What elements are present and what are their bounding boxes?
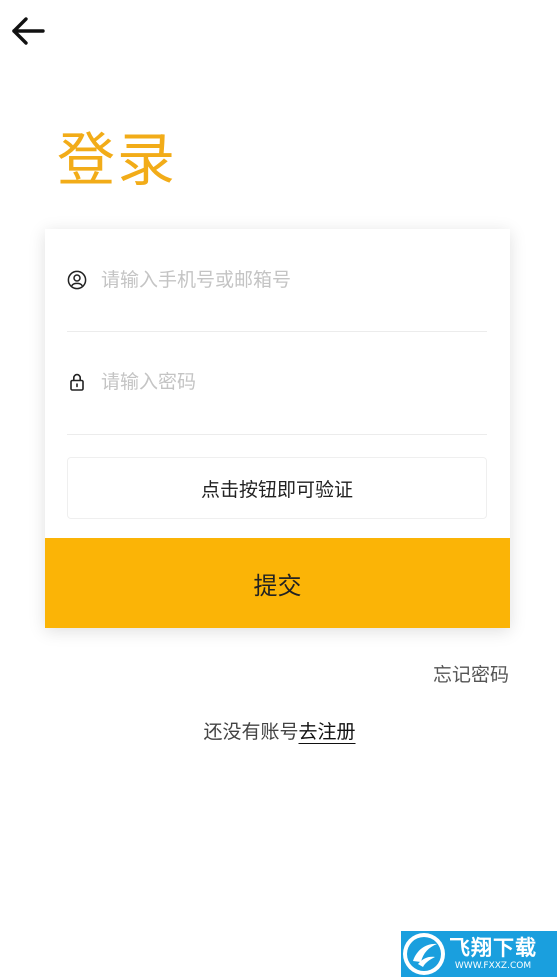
watermark-url: WWW.FXXZ.COM (454, 960, 532, 971)
password-input[interactable] (101, 364, 481, 400)
back-button[interactable] (10, 14, 48, 48)
watermark-brand: 飞翔下载 (449, 935, 537, 960)
watermark-badge: 飞翔下载 WWW.FXXZ.COM (401, 931, 557, 977)
login-card: 点击按钮即可验证 提交 (45, 229, 510, 628)
register-link[interactable]: 去注册 (299, 721, 356, 743)
watermark-text: 飞翔下载 WWW.FXXZ.COM (449, 935, 537, 971)
submit-button-label: 提交 (253, 571, 302, 600)
account-field (67, 229, 487, 332)
lock-icon (70, 373, 84, 391)
verify-button-label: 点击按钮即可验证 (200, 478, 353, 501)
fxxz-logo-icon (403, 933, 445, 975)
password-field (67, 332, 487, 435)
user-circle-icon (67, 270, 87, 290)
page-title: 登录 (57, 126, 178, 194)
verify-button[interactable]: 点击按钮即可验证 (67, 457, 487, 519)
account-input[interactable] (101, 262, 481, 298)
forgot-password-link[interactable]: 忘记密码 (433, 660, 509, 687)
register-row: 还没有账号去注册 (0, 717, 559, 744)
arrow-left-icon (12, 17, 45, 45)
register-prompt: 还没有账号 (203, 721, 299, 743)
submit-button[interactable]: 提交 (45, 538, 510, 628)
